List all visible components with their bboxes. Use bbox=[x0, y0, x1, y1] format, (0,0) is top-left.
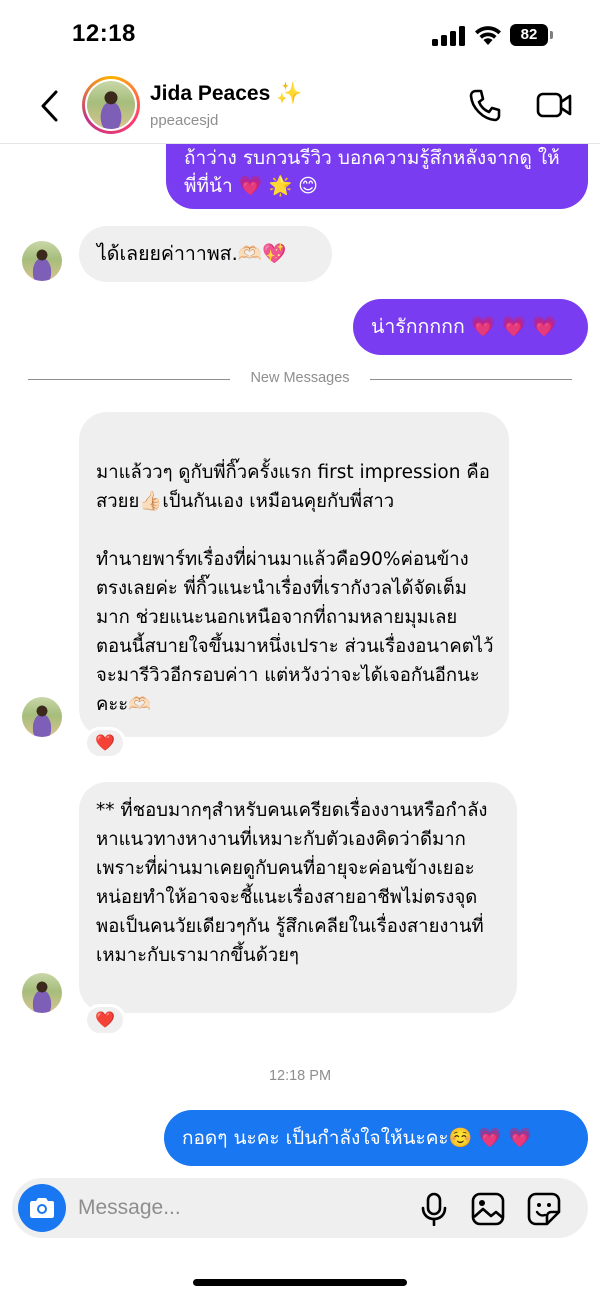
home-indicator[interactable] bbox=[193, 1279, 407, 1286]
message-composer bbox=[12, 1178, 588, 1238]
camera-button[interactable] bbox=[18, 1184, 66, 1232]
message-text: ถ้าว่าง รบกวนรีวิว บอกความรู้สึกหลังจากด… bbox=[184, 147, 560, 197]
back-arrow-icon[interactable] bbox=[36, 88, 64, 124]
microphone-icon[interactable] bbox=[420, 1192, 448, 1226]
contact-avatar[interactable] bbox=[22, 241, 62, 281]
message-bubble-outgoing[interactable]: กอดๆ นะคะ เป็นกำลังใจให้นะคะ☺️ 💗 💗 bbox=[164, 1110, 588, 1166]
message-bubble-outgoing[interactable]: น่ารักกกกก 💗 💗 💗 bbox=[353, 299, 588, 355]
contact-name[interactable]: Jida Peaces ✨ bbox=[150, 82, 302, 106]
contact-avatar[interactable] bbox=[22, 697, 62, 737]
message-text: กอดๆ นะคะ เป็นกำลังใจให้นะคะ☺️ 💗 💗 bbox=[182, 1127, 532, 1149]
camera-icon bbox=[30, 1198, 54, 1218]
sticker-icon[interactable] bbox=[527, 1192, 561, 1226]
message-bubble-incoming[interactable]: มาแล้ววๆ ดูกับพี่กิ๊วครั้งแรก first impr… bbox=[79, 412, 509, 737]
new-messages-divider: New Messages bbox=[0, 370, 600, 390]
new-messages-label: New Messages bbox=[250, 370, 350, 386]
contact-avatar[interactable] bbox=[22, 973, 62, 1013]
message-timestamp: 12:18 PM bbox=[268, 1068, 332, 1084]
message-input[interactable] bbox=[78, 1188, 398, 1228]
gallery-icon[interactable] bbox=[471, 1192, 505, 1226]
heart-reaction-icon[interactable]: ❤️ bbox=[84, 727, 126, 759]
heart-reaction-icon[interactable]: ❤️ bbox=[84, 1004, 126, 1036]
message-text: ได้เลยยค่าาาพส.🫶🏻💖 bbox=[97, 242, 287, 265]
contact-avatar-story-ring[interactable] bbox=[82, 76, 140, 134]
video-call-icon[interactable] bbox=[536, 90, 572, 120]
phone-call-icon[interactable] bbox=[468, 88, 502, 122]
message-bubble-incoming[interactable]: ** ที่ชอบมากๆสำหรับคนเครียดเรื่องงานหรือ… bbox=[79, 782, 517, 1013]
message-text: น่ารักกกกก 💗 💗 💗 bbox=[371, 315, 557, 338]
contact-username[interactable]: ppeacesjd bbox=[150, 112, 218, 129]
message-thread[interactable]: ถ้าว่าง รบกวนรีวิว บอกความรู้สึกหลังจากด… bbox=[0, 0, 600, 1170]
chat-header: Jida Peaces ✨ ppeacesjd bbox=[0, 70, 600, 144]
message-bubble-incoming[interactable]: ได้เลยยค่าาาพส.🫶🏻💖 bbox=[79, 226, 332, 282]
message-text: ** ที่ชอบมากๆสำหรับคนเครียดเรื่องงานหรือ… bbox=[96, 800, 488, 966]
message-text: มาแล้ววๆ ดูกับพี่กิ๊วครั้งแรก first impr… bbox=[96, 462, 494, 715]
